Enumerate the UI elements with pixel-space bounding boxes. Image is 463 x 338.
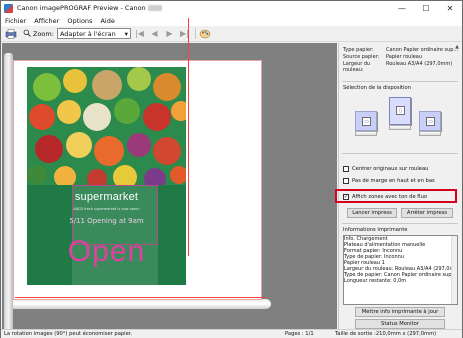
maximize-button[interactable]: ☐	[414, 1, 438, 15]
menu-fichier[interactable]: Fichier	[1, 17, 30, 25]
panel-divider	[342, 81, 458, 82]
panel-divider	[342, 223, 458, 224]
no-margin-option[interactable]: Pas de marge en haut et en bas	[343, 178, 435, 184]
checkbox-label: Pas de marge en haut et en bas	[352, 178, 435, 184]
layout-card-selected: ▯	[389, 97, 411, 125]
info-value: Rouleau A3/A4 (297,0mm)	[386, 61, 453, 67]
poster-image: supermarket ABCD fresh supermarket is no…	[27, 67, 186, 285]
title-bar: Canon imagePROGRAF Preview - Canon — ☐ ✕	[1, 1, 462, 15]
center-on-roll-option[interactable]: Centrer originaux sur rouleau	[343, 166, 428, 172]
info-key: Type papier:	[343, 47, 374, 53]
info-row: Largeur du rouleau: Rouleau A3/A4 (297,0…	[343, 61, 452, 73]
cut-line-horizontal	[15, 297, 265, 298]
zoom-icon	[23, 29, 31, 39]
previous-page-icon[interactable]: ◀	[148, 28, 161, 40]
status-hint: La rotation images (90°) peut économiser…	[4, 331, 133, 337]
window-title: Canon imagePROGRAF Preview - Canon	[17, 4, 146, 12]
first-page-icon[interactable]: |◀	[133, 28, 146, 40]
poster-date: 5/11 Opening at 9am	[69, 217, 144, 225]
roll-feed-icon	[389, 125, 411, 130]
close-button[interactable]: ✕	[438, 1, 462, 15]
start-print-button[interactable]: Lancer impress	[347, 208, 397, 218]
roll-feed-icon	[355, 131, 377, 136]
roll-curl	[13, 299, 271, 309]
roll-left-edge	[4, 53, 13, 335]
info-key: Source papier:	[343, 54, 380, 60]
palette-icon[interactable]	[199, 28, 212, 39]
stop-print-button[interactable]: Arrêter impress	[401, 208, 453, 218]
info-row: Type papier: Canon Papier ordinaire sup.…	[343, 47, 458, 53]
poster-open-text: Open	[67, 235, 146, 268]
info-scrollbar[interactable]	[451, 236, 457, 304]
checkbox[interactable]	[343, 178, 349, 184]
printer-info-label: Informations imprimante	[343, 227, 408, 233]
zoom-value: Adapter à l'écran	[59, 29, 116, 38]
panel-divider	[342, 153, 458, 154]
info-key: Largeur du rouleau:	[343, 61, 371, 73]
roll-feed-icon	[419, 131, 441, 136]
printer-info-box[interactable]: Info. Chargement Plateau d'alimentation …	[343, 235, 458, 305]
next-page-icon[interactable]: ▶	[163, 28, 176, 40]
layout-selected-icon: ▯	[396, 106, 405, 115]
layout-card: ▭	[419, 111, 441, 131]
layout-section-label: Sélection de la disposition	[343, 85, 411, 91]
checkbox[interactable]	[343, 166, 349, 172]
minimize-button[interactable]: —	[390, 1, 414, 15]
zoom-select[interactable]: Adapter à l'écran ▾	[56, 28, 131, 39]
checkbox-label: Centrer originaux sur rouleau	[352, 166, 429, 172]
info-value: Canon Papier ordinaire sup...	[386, 47, 459, 53]
layout-landscape-icon: ▭	[426, 117, 435, 126]
poster-title: supermarket	[74, 191, 139, 203]
info-row: Source papier: Papier rouleau	[343, 54, 422, 60]
info-value: Papier rouleau	[386, 54, 423, 60]
menu-afficher[interactable]: Afficher	[30, 17, 63, 25]
poster-subtitle: ABCD fresh supermarket is now open!	[73, 207, 140, 211]
toolbar: Zoom: Adapter à l'écran ▾ |◀ ◀ ▶ ▶|	[1, 26, 462, 42]
status-output-size: Taille de sortie :210,0mm x (297,0mm)	[335, 331, 437, 337]
zoom-label: Zoom:	[33, 29, 54, 38]
cut-line-vertical	[188, 18, 189, 256]
menu-options[interactable]: Options	[63, 17, 96, 25]
layout-card: ▭	[355, 111, 377, 131]
status-bar: La rotation images (90°) peut économiser…	[1, 329, 462, 338]
toolbar-divider	[194, 28, 196, 39]
redacted-printer-name	[147, 5, 162, 11]
chevron-down-icon: ▾	[124, 29, 128, 38]
update-printer-info-button[interactable]: Mettre info imprimante à jour	[355, 307, 445, 317]
layout-portrait-icon: ▭	[362, 117, 371, 126]
info-line: Longueur restante: 0,0m	[344, 278, 407, 284]
menu-aide[interactable]: Aide	[96, 17, 118, 25]
app-window: Canon imagePROGRAF Preview - Canon — ☐ ✕…	[0, 0, 463, 338]
produce-illustration	[27, 67, 186, 185]
menu-bar: Fichier Afficher Options Aide	[1, 15, 462, 26]
app-icon	[4, 3, 13, 13]
settings-panel: ▲ Type papier: Canon Papier ordinaire su…	[338, 43, 461, 329]
status-pages: Pages : 1/1	[285, 331, 314, 337]
print-icon[interactable]	[4, 28, 17, 39]
callout-highlight-box	[335, 189, 457, 203]
status-monitor-button[interactable]: Status Monitor	[355, 319, 445, 329]
